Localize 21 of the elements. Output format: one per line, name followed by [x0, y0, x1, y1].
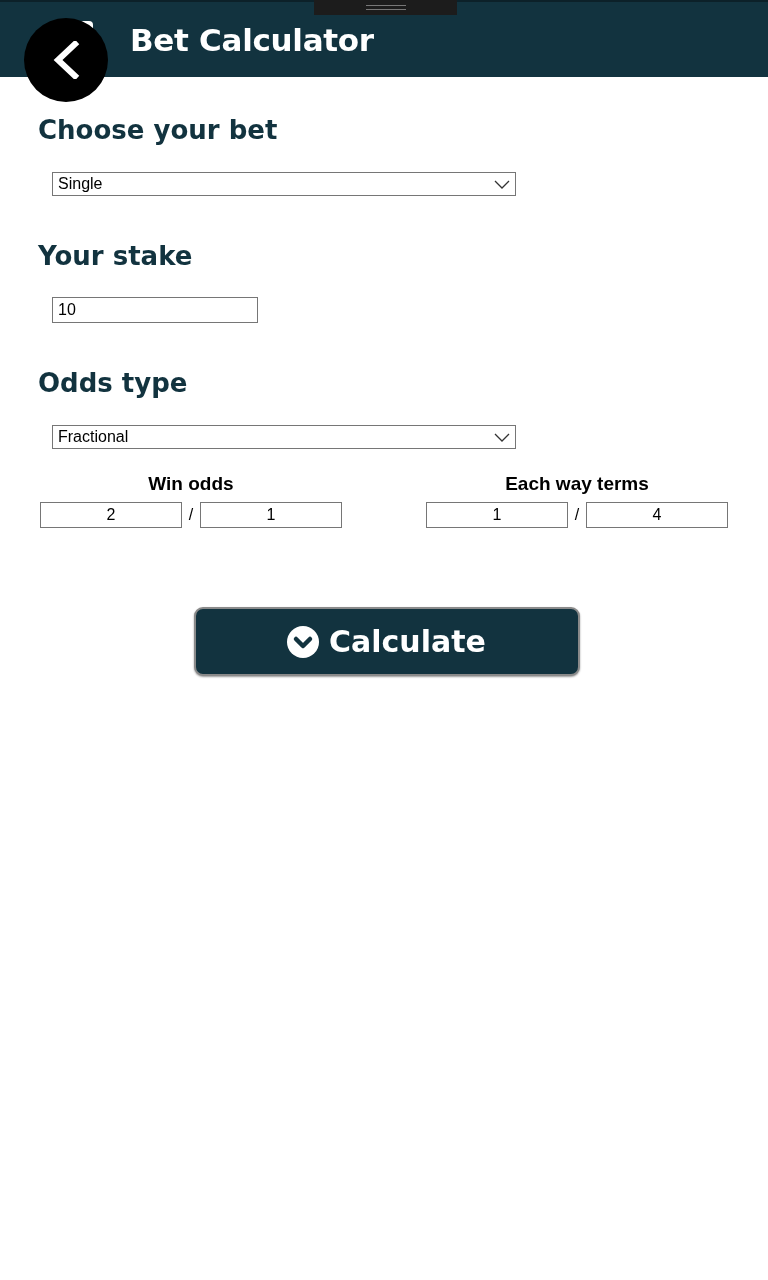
denominator-input[interactable]: 4 [586, 502, 728, 528]
section-heading: Your stake [37, 240, 194, 273]
chevron-down-circle-icon [287, 625, 320, 658]
calculate-button[interactable]: Calculate [193, 607, 580, 676]
numerator-input[interactable]: 1 [426, 502, 568, 528]
dropdown-field[interactable]: Single [52, 172, 516, 196]
drag-handle[interactable] [314, 0, 457, 15]
caret-icon [494, 432, 510, 442]
fraction-slash: / [573, 506, 581, 524]
page-title: Bet Calculator [130, 20, 374, 60]
numerator-input[interactable]: 2 [40, 502, 182, 528]
stake-input[interactable]: 10 [52, 297, 258, 323]
caret-icon [494, 179, 510, 189]
chevron-left-icon [51, 41, 81, 79]
section-heading: Choose your bet [37, 114, 279, 147]
section-heading: Odds type [37, 367, 189, 400]
dropdown-field[interactable]: Fractional [52, 425, 516, 449]
odds-label: Win odds [148, 472, 234, 496]
fraction-slash: / [187, 506, 195, 524]
denominator-input[interactable]: 1 [200, 502, 342, 528]
odds-label: Each way terms [505, 472, 649, 496]
